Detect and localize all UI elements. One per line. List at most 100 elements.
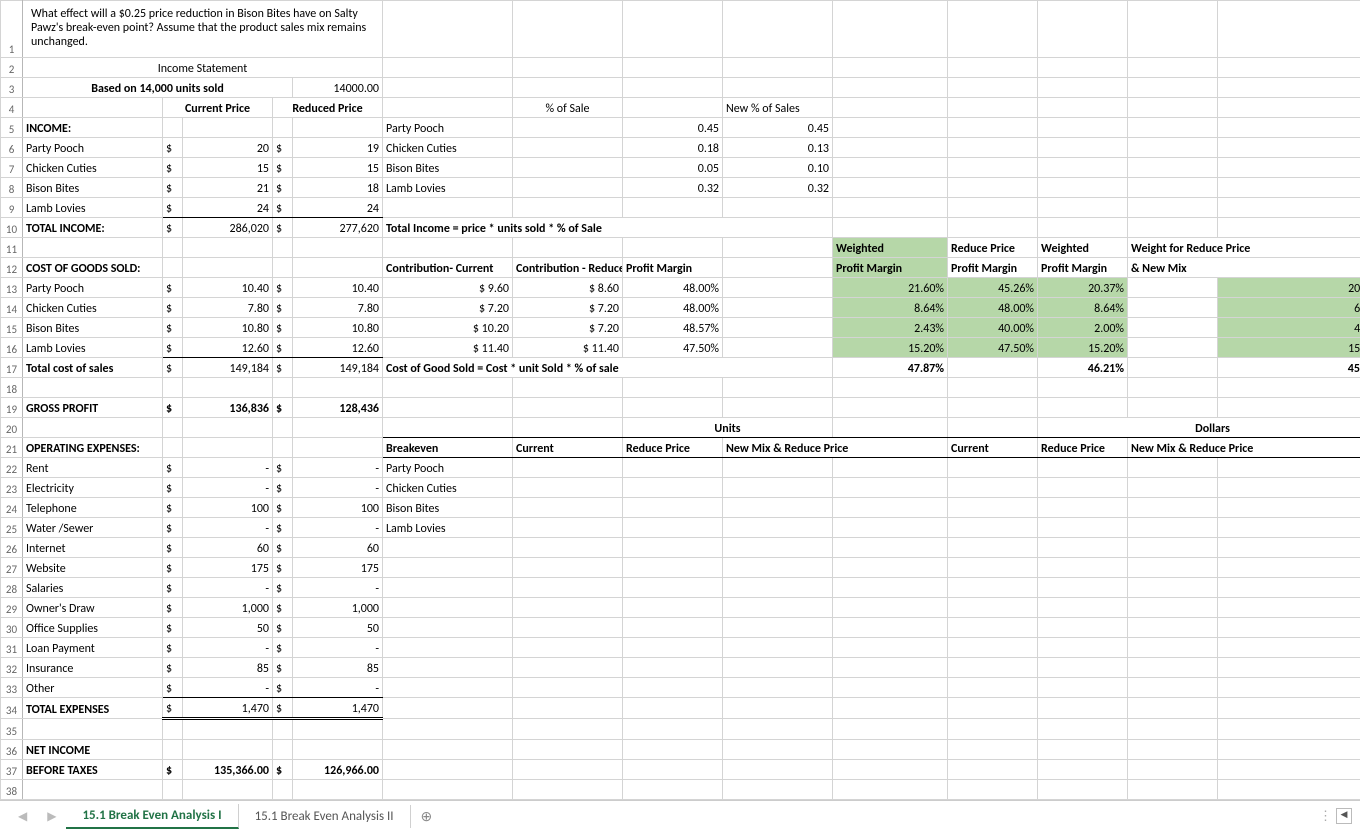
cell[interactable]: 2.00% <box>1038 318 1128 338</box>
row-header[interactable]: 30 <box>1 618 23 638</box>
cell[interactable]: 0.10 <box>723 158 833 178</box>
cell[interactable]: 1,470 <box>183 698 273 719</box>
cell[interactable]: Lamb Lovies <box>383 518 513 538</box>
cell[interactable]: 2.43% <box>833 318 948 338</box>
row-header[interactable]: 36 <box>1 740 23 760</box>
cell[interactable]: 286,020 <box>183 218 273 238</box>
row-header[interactable]: 11 <box>1 238 23 258</box>
cell[interactable]: 12.60 <box>293 338 383 358</box>
cell[interactable]: $ 7.20 <box>513 318 623 338</box>
hdr-pct-sale[interactable]: % of Sale <box>513 98 623 118</box>
cell[interactable]: $ 10.20 <box>383 318 513 338</box>
cell[interactable]: Bison Bites <box>23 178 163 198</box>
label-total-cogs[interactable]: Total cost of sales <box>23 358 163 378</box>
cell[interactable]: Other <box>23 678 163 698</box>
scroll-left-icon[interactable]: ◀ <box>1336 808 1352 824</box>
cell[interactable]: $ 9.60 <box>383 278 513 298</box>
cell[interactable]: 10.80 <box>183 318 273 338</box>
hdr-weight-reduce-new[interactable]: Weight for Reduce Price <box>1128 238 1360 258</box>
cell[interactable]: 47.50% <box>623 338 723 358</box>
cell[interactable]: Party Pooch <box>383 118 513 138</box>
row-header[interactable]: 34 <box>1 698 23 719</box>
cell[interactable]: - <box>293 458 383 478</box>
cell[interactable]: Chicken Cuties <box>23 158 163 178</box>
cell[interactable]: 60 <box>183 538 273 558</box>
hdr-reduce-price2[interactable]: Reduce Price <box>623 438 723 458</box>
cell[interactable]: 0.05 <box>623 158 723 178</box>
tab-break-even-1[interactable]: 15.1 Break Even Analysis I <box>66 804 238 829</box>
cell[interactable]: 48.00% <box>623 278 723 298</box>
row-header[interactable]: 27 <box>1 558 23 578</box>
cell[interactable]: 1,000 <box>293 598 383 618</box>
cell[interactable]: Internet <box>23 538 163 558</box>
cell[interactable]: 24 <box>293 198 383 218</box>
hdr-contrib-current[interactable]: Contribution- Current <box>383 258 513 278</box>
hdr-weighted[interactable]: Weighted <box>833 238 948 258</box>
cell[interactable]: Insurance <box>23 658 163 678</box>
cell[interactable]: Lamb Lovies <box>23 198 163 218</box>
cell[interactable]: $ 8.60 <box>513 278 623 298</box>
row-header[interactable]: 18 <box>1 378 23 398</box>
row-header[interactable]: 5 <box>1 118 23 138</box>
cell[interactable]: Bison Bites <box>23 318 163 338</box>
cell[interactable]: 15.20% <box>1038 338 1128 358</box>
cell[interactable]: 0.45 <box>623 118 723 138</box>
cell[interactable]: 47.50% <box>948 338 1038 358</box>
hdr-current[interactable]: Current <box>513 438 623 458</box>
cell[interactable]: Bison Bites <box>383 158 513 178</box>
cell[interactable]: 15.20% <box>833 338 948 358</box>
cell[interactable]: Rent <box>23 458 163 478</box>
row-header[interactable]: 6 <box>1 138 23 158</box>
hdr-profit-margin4[interactable]: Profit Margin <box>1038 258 1128 278</box>
cell[interactable]: Loan Payment <box>23 638 163 658</box>
cell[interactable]: - <box>293 678 383 698</box>
cell[interactable]: 0.18 <box>623 138 723 158</box>
cell[interactable]: $ 11.40 <box>513 338 623 358</box>
cell[interactable]: 48.57% <box>623 318 723 338</box>
cell[interactable]: Lamb Lovies <box>383 178 513 198</box>
cell[interactable]: 8.64% <box>1038 298 1128 318</box>
row-header[interactable]: 37 <box>1 760 23 780</box>
cell[interactable]: - <box>183 578 273 598</box>
hdr-current2[interactable]: Current <box>948 438 1038 458</box>
hdr-newmix-reduce2[interactable]: New Mix & Reduce Price <box>1128 438 1360 458</box>
cell[interactable]: 85 <box>293 658 383 678</box>
title-income-statement[interactable]: Income Statement <box>23 58 383 78</box>
hdr-reduced-price[interactable]: Reduced Price <box>273 98 383 118</box>
question-cell[interactable]: What effect will a $0.25 price reduction… <box>23 1 383 58</box>
label-gross-profit[interactable]: GROSS PROFIT <box>23 398 163 418</box>
hdr-reduce-price3[interactable]: Reduce Price <box>1038 438 1128 458</box>
hdr-profit-margin2[interactable]: Profit Margin <box>833 258 948 278</box>
row-header[interactable]: 13 <box>1 278 23 298</box>
cell[interactable]: 10.80 <box>293 318 383 338</box>
cell[interactable]: 149,184 <box>183 358 273 378</box>
row-header[interactable]: 35 <box>1 719 23 740</box>
row-header[interactable]: 38 <box>1 780 23 800</box>
cell[interactable]: $ 7.20 <box>383 298 513 318</box>
cell[interactable]: 128,436 <box>293 398 383 418</box>
cell[interactable]: Bison Bites <box>383 498 513 518</box>
cell[interactable]: 175 <box>293 558 383 578</box>
cell[interactable]: 20 <box>183 138 273 158</box>
hdr-weighted2[interactable]: Weighted <box>1038 238 1128 258</box>
tab-nav-next-icon[interactable]: ▶ <box>37 809 66 824</box>
cell[interactable]: 48.00% <box>623 298 723 318</box>
cell[interactable]: - <box>293 638 383 658</box>
cell[interactable]: $ 7.20 <box>513 298 623 318</box>
row-header[interactable]: 22 <box>1 458 23 478</box>
cell[interactable]: Salaries <box>23 578 163 598</box>
hdr-dollars[interactable]: Dollars <box>1038 418 1360 438</box>
row-header[interactable]: 24 <box>1 498 23 518</box>
row-header[interactable]: 25 <box>1 518 23 538</box>
tab-nav-prev-icon[interactable]: ◀ <box>8 809 37 824</box>
cell[interactable]: 135,366.00 <box>183 760 273 780</box>
cell[interactable]: 7.80 <box>183 298 273 318</box>
formula-note[interactable]: Cost of Good Sold = Cost * unit Sold * %… <box>383 358 833 378</box>
cell[interactable]: 1,470 <box>293 698 383 719</box>
cell[interactable]: Chicken Cuties <box>383 138 513 158</box>
row-header[interactable]: 21 <box>1 438 23 458</box>
cell[interactable]: 15 <box>183 158 273 178</box>
tab-break-even-2[interactable]: 15.1 Break Even Analysis II <box>239 805 411 828</box>
row-header[interactable]: 14 <box>1 298 23 318</box>
cell[interactable]: 10.40 <box>183 278 273 298</box>
